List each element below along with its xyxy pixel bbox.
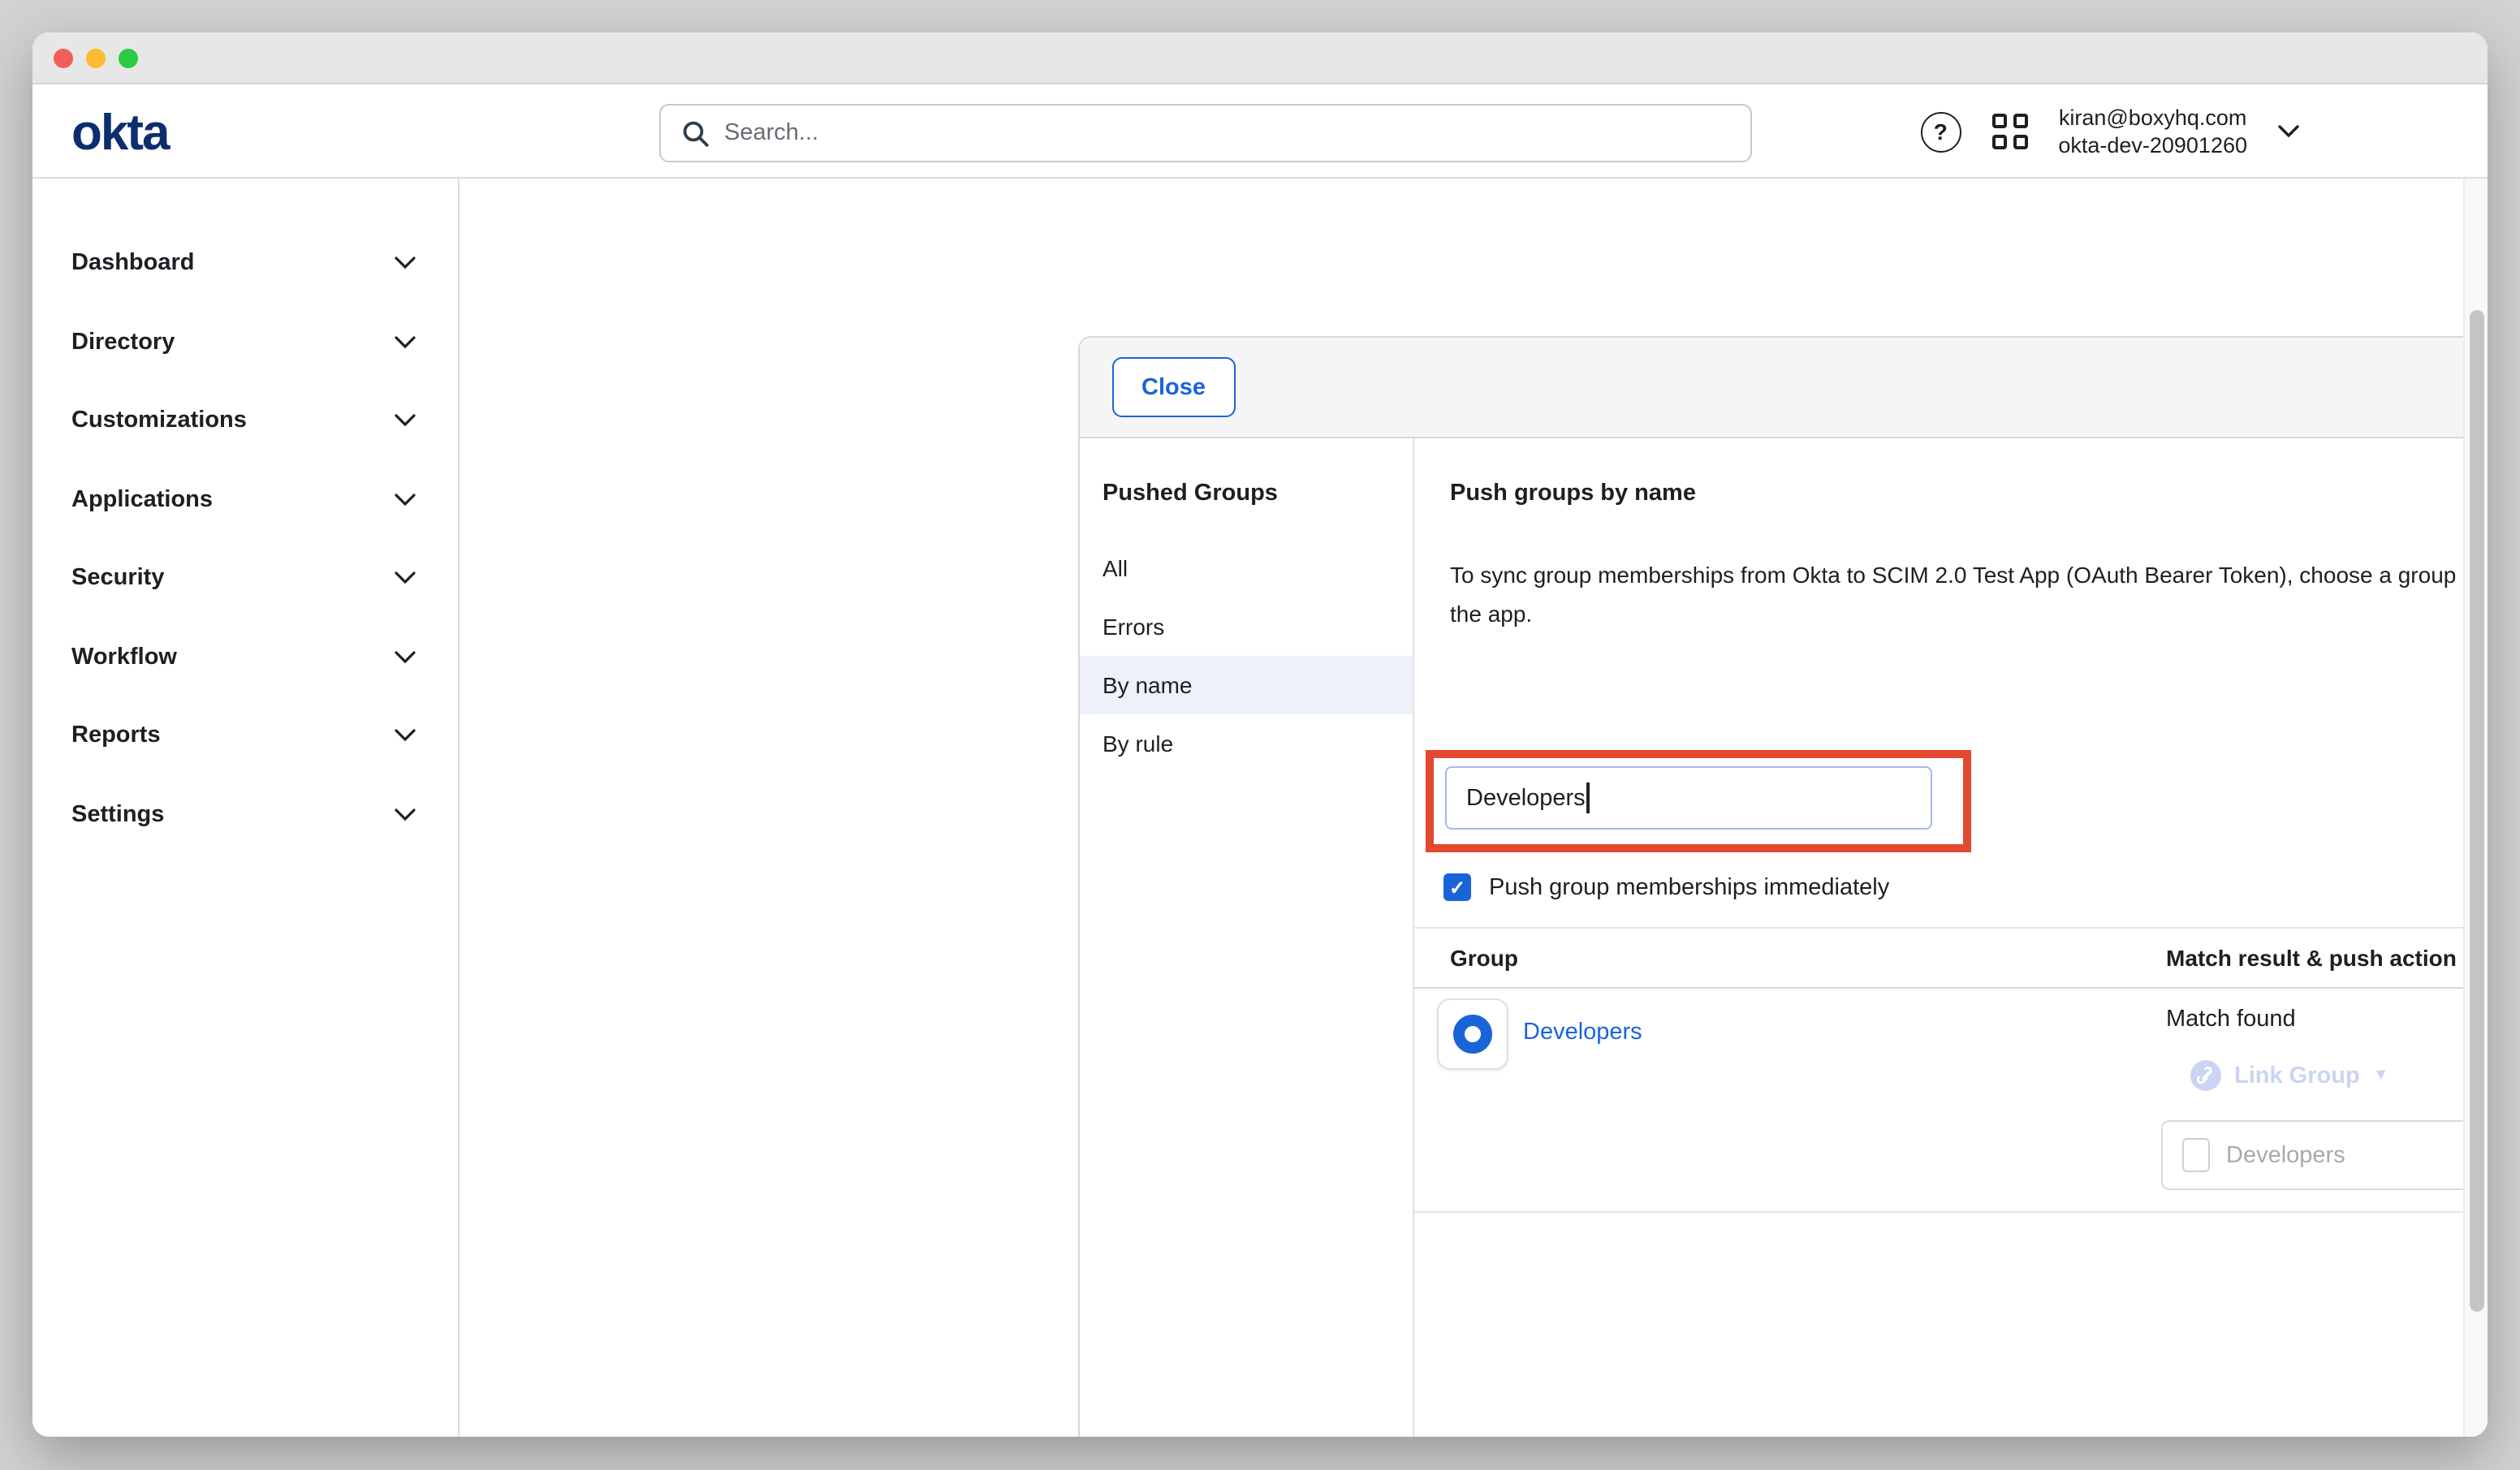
nav-item-by-rule[interactable]: By rule xyxy=(1080,714,1413,773)
group-name-value: Developers xyxy=(1466,785,1586,811)
okta-logo: okta xyxy=(71,104,169,162)
search-input[interactable]: Search... xyxy=(659,104,1752,162)
sidebar-item-dashboard[interactable]: Dashboard xyxy=(32,224,458,303)
close-button[interactable]: Close xyxy=(1112,357,1235,417)
pushed-groups-list: All Errors By name By rule xyxy=(1080,539,1413,773)
target-group-select[interactable]: Developers ▼ xyxy=(2161,1120,2488,1190)
group-name-link[interactable]: Developers xyxy=(1523,1020,1642,1045)
divider xyxy=(1414,927,2488,929)
search-placeholder: Search... xyxy=(724,120,818,146)
push-by-name-content: Push groups by name To sync group member… xyxy=(1414,438,2488,1437)
group-logo xyxy=(1437,998,1508,1070)
sidebar-item-reports[interactable]: Reports xyxy=(32,696,458,775)
account-email: kiran@boxyhq.com xyxy=(2058,103,2247,131)
pushed-groups-title: Pushed Groups xyxy=(1080,438,1413,507)
chevron-down-icon xyxy=(395,336,416,349)
chevron-down-icon xyxy=(395,651,416,664)
nav-item-all[interactable]: All xyxy=(1080,539,1413,597)
pushed-groups-nav: Pushed Groups All Errors By name By rule xyxy=(1080,438,1414,1437)
search-icon xyxy=(682,119,710,147)
group-placeholder-icon xyxy=(2182,1138,2210,1172)
nav-item-errors[interactable]: Errors xyxy=(1080,597,1413,656)
link-group-button[interactable]: Link Group ▼ xyxy=(2190,1060,2389,1091)
browser-window: okta Search... ? kiran@boxyhq.com okt xyxy=(32,32,2488,1437)
group-ring-icon xyxy=(1453,1015,1492,1054)
chevron-down-icon[interactable] xyxy=(2278,125,2299,138)
sidebar-item-settings[interactable]: Settings xyxy=(32,775,458,854)
scrollbar-track xyxy=(2463,179,2488,1437)
sidebar-item-applications[interactable]: Applications xyxy=(32,460,458,539)
divider xyxy=(1414,1211,2488,1213)
divider xyxy=(1414,987,2488,989)
account-menu[interactable]: kiran@boxyhq.com okta-dev-20901260 xyxy=(2058,103,2247,160)
screen: okta Search... ? kiran@boxyhq.com okt xyxy=(0,0,2520,1470)
apps-grid-icon[interactable] xyxy=(1991,114,2027,149)
match-status: Match found xyxy=(2166,1007,2296,1032)
content-heading: Push groups by name xyxy=(1450,481,1696,507)
link-icon xyxy=(2190,1060,2221,1091)
sidebar-item-workflow[interactable]: Workflow xyxy=(32,618,458,696)
push-immediately-row: Push group memberships immediately xyxy=(1443,873,1889,901)
content-description: To sync group memberships from Okta to S… xyxy=(1450,555,2488,633)
scrollbar-thumb[interactable] xyxy=(2470,310,2484,1312)
main-content: Close Pushed Groups All Errors By name B… xyxy=(461,179,2463,1437)
help-icon[interactable]: ? xyxy=(1920,111,1961,152)
push-immediately-label: Push group memberships immediately xyxy=(1489,874,1889,900)
chevron-down-icon xyxy=(395,257,416,270)
app-header: okta Search... ? kiran@boxyhq.com okt xyxy=(32,84,2488,179)
caret-down-icon: ▼ xyxy=(2373,1067,2389,1084)
link-group-label: Link Group xyxy=(2234,1063,2360,1088)
window-minimize-button[interactable] xyxy=(86,48,106,67)
target-group-value: Developers xyxy=(2226,1142,2345,1168)
column-header-match: Match result & push action xyxy=(2166,945,2457,971)
window-maximize-button[interactable] xyxy=(119,48,138,67)
push-immediately-checkbox[interactable] xyxy=(1443,873,1471,901)
sidebar-item-customizations[interactable]: Customizations xyxy=(32,382,458,460)
chevron-down-icon xyxy=(395,494,416,507)
chevron-down-icon xyxy=(395,572,416,585)
text-cursor xyxy=(1587,782,1590,813)
header-actions: ? kiran@boxyhq.com okta-dev-20901260 xyxy=(1920,84,2299,179)
chevron-down-icon xyxy=(395,730,416,743)
account-org: okta-dev-20901260 xyxy=(2058,131,2247,160)
nav-item-by-name[interactable]: By name xyxy=(1080,656,1413,714)
panel-header: Close xyxy=(1080,338,2488,438)
chevron-down-icon xyxy=(395,415,416,428)
window-titlebar xyxy=(32,32,2488,84)
group-name-input[interactable]: Developers xyxy=(1445,766,1932,830)
sidebar-item-directory[interactable]: Directory xyxy=(32,303,458,382)
push-groups-panel: Close Pushed Groups All Errors By name B… xyxy=(1078,336,2488,1437)
column-header-group: Group xyxy=(1450,945,1518,971)
chevron-down-icon xyxy=(395,808,416,821)
sidebar-item-security[interactable]: Security xyxy=(32,539,458,618)
window-close-button[interactable] xyxy=(54,48,73,67)
sidebar: Dashboard Directory Customizations Appli… xyxy=(32,179,460,1437)
